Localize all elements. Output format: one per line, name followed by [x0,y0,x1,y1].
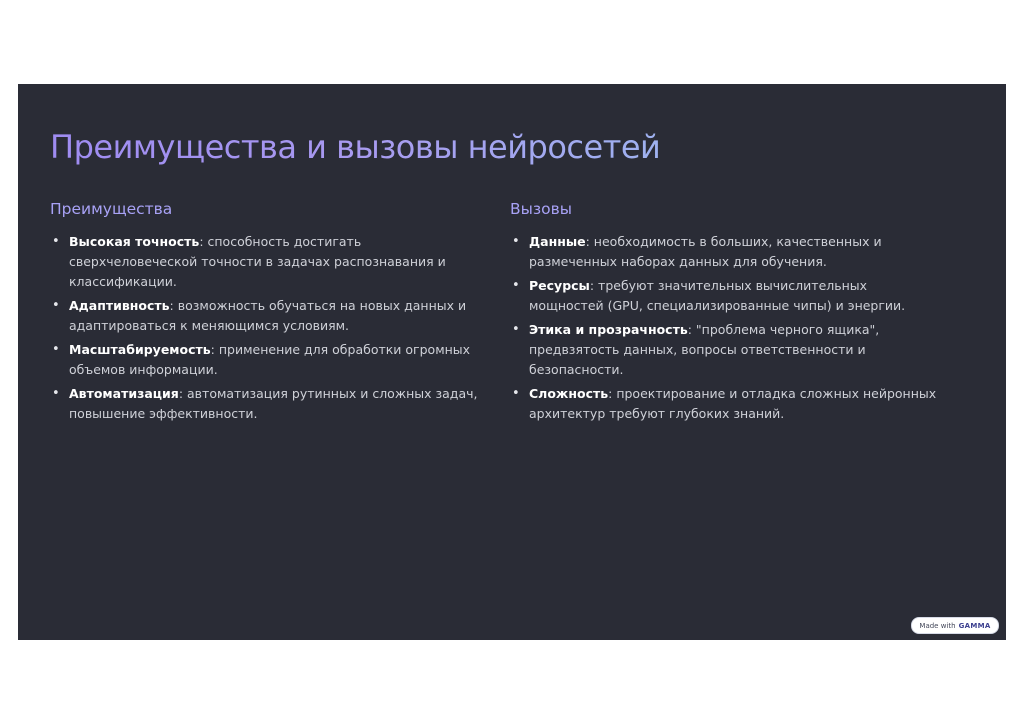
list-item: • Адаптивность: возможность обучаться на … [50,296,480,336]
challenges-column: Вызовы • Данные: необходимость в больших,… [510,200,940,428]
item-term: Высокая точность [69,234,200,249]
list-item: • Данные: необходимость в больших, качест… [510,232,940,272]
challenges-heading: Вызовы [510,200,572,218]
item-term: Данные [529,234,586,249]
bullet-icon: • [52,298,60,313]
list-item: • Автоматизация: автоматизация рутинных и… [50,384,480,424]
list-item: • Этика и прозрачность: "проблема черного… [510,320,940,380]
bullet-icon: • [52,386,60,401]
challenges-list: • Данные: необходимость в больших, качест… [510,232,940,424]
slide-title: Преимущества и вызовы нейросетей [50,128,661,166]
list-item: • Ресурсы: требуют значительных вычислите… [510,276,940,316]
list-item: • Высокая точность: способность достигать… [50,232,480,292]
advantages-column: Преимущества • Высокая точность: способно… [50,200,480,428]
bullet-icon: • [512,234,520,249]
item-term: Ресурсы [529,278,590,293]
list-item: • Масштабируемость: применение для обрабо… [50,340,480,380]
item-term: Адаптивность [69,298,170,313]
item-term: Сложность [529,386,609,401]
bullet-icon: • [512,322,520,337]
item-term: Масштабируемость [69,342,211,357]
item-term: Автоматизация [69,386,179,401]
advantages-list: • Высокая точность: способность достигать… [50,232,480,424]
badge-prefix: Made with [919,621,956,630]
advantages-heading: Преимущества [50,200,173,218]
item-term: Этика и прозрачность [529,322,688,337]
bullet-icon: • [52,342,60,357]
bullet-icon: • [52,234,60,249]
bullet-icon: • [512,278,520,293]
bullet-icon: • [512,386,520,401]
gamma-logo: GAMMA [958,621,991,630]
made-with-gamma-badge[interactable]: Made with GAMMA [911,617,999,634]
list-item: • Сложность: проектирование и отладка сло… [510,384,940,424]
